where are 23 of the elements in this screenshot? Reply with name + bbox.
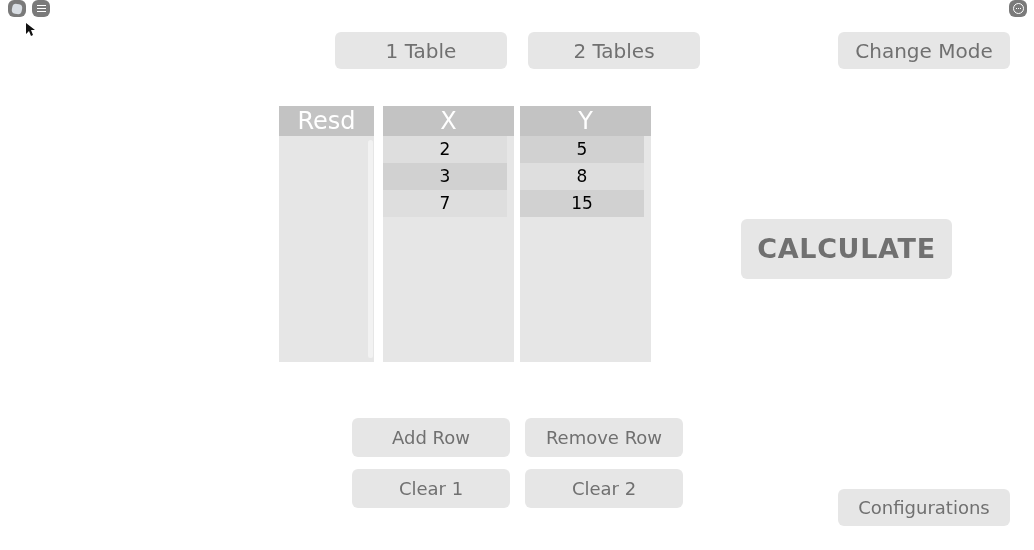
column-header: Y [520, 106, 651, 136]
table-cell[interactable]: 2 [383, 136, 507, 163]
mode-button[interactable]: Change Mode [838, 32, 1010, 69]
mode-button[interactable]: 1 Table [335, 32, 507, 69]
configurations-button[interactable]: Configurations [838, 489, 1010, 526]
row-action-button[interactable]: Remove Row [525, 418, 683, 457]
column-header: Resd [279, 106, 374, 136]
table-cell[interactable]: 3 [383, 163, 507, 190]
table-cell[interactable]: 8 [520, 163, 644, 190]
more-options-icon[interactable] [1009, 0, 1027, 17]
table-cell[interactable]: 5 [520, 136, 644, 163]
mode-button[interactable]: 2 Tables [528, 32, 700, 69]
column-header: X [383, 106, 514, 136]
table-cell[interactable]: 15 [520, 190, 644, 217]
cursor-icon [26, 23, 36, 36]
scrollbar[interactable] [368, 140, 373, 358]
row-action-button[interactable]: Clear 1 [352, 469, 510, 508]
row-action-button[interactable]: Add Row [352, 418, 510, 457]
game-menu-icon[interactable] [8, 0, 26, 17]
chat-icon[interactable] [32, 0, 50, 17]
row-action-button[interactable]: Clear 2 [525, 469, 683, 508]
calculate-button[interactable]: CALCULATE [741, 219, 952, 279]
table-cell[interactable]: 7 [383, 190, 507, 217]
